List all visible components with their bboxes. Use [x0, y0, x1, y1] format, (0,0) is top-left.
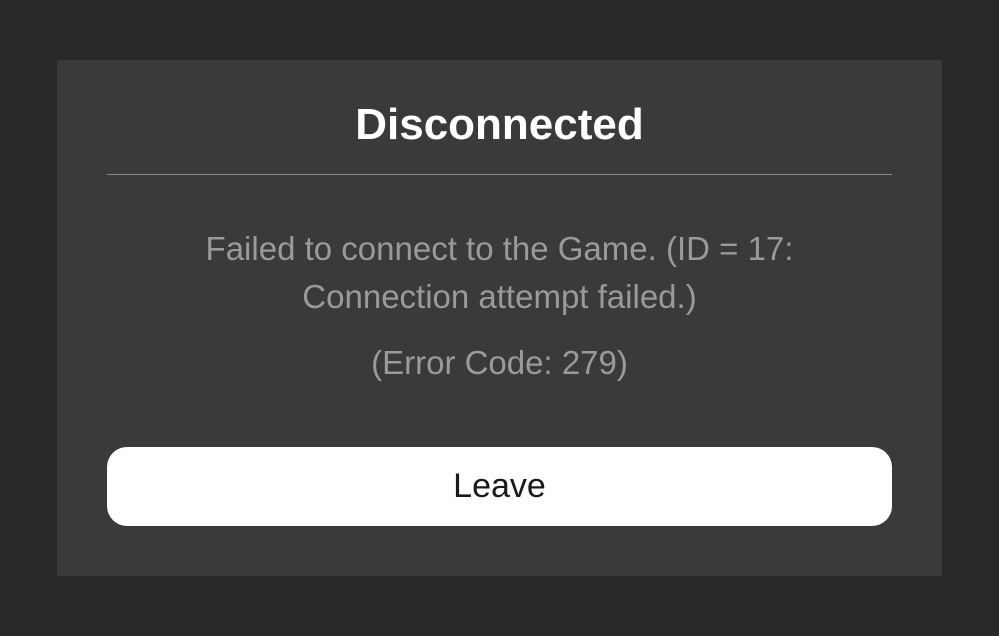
divider [107, 174, 892, 175]
disconnect-dialog: Disconnected Failed to connect to the Ga… [57, 60, 942, 576]
dialog-error-code: (Error Code: 279) [371, 339, 628, 387]
dialog-title: Disconnected [355, 100, 644, 150]
dialog-message: Failed to connect to the Game. (ID = 17:… [150, 225, 850, 321]
leave-button[interactable]: Leave [107, 447, 892, 526]
